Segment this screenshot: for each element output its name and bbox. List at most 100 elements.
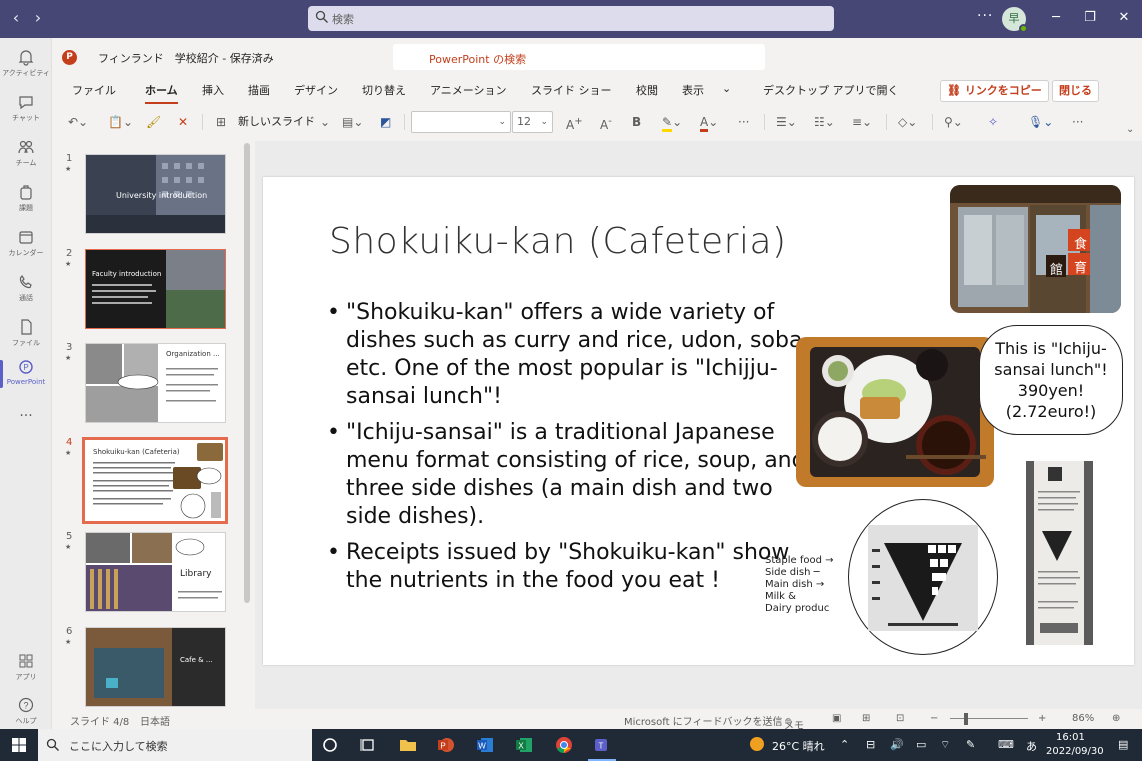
bullets-icon[interactable]: ☰⌄: [776, 112, 797, 132]
collapse-ribbon-icon[interactable]: ⌄: [1126, 120, 1134, 140]
cortana-icon[interactable]: [320, 735, 340, 755]
designer-icon[interactable]: ✧: [988, 112, 998, 132]
normal-view-icon[interactable]: ▣: [832, 713, 841, 724]
more-options-icon[interactable]: ···: [1072, 112, 1083, 132]
network-icon[interactable]: ⊟: [866, 738, 875, 751]
tab-design[interactable]: デザイン: [294, 82, 338, 98]
app-assignments[interactable]: 課題: [0, 179, 52, 219]
fit-to-window-icon[interactable]: ⊕: [1112, 713, 1120, 724]
highlight-icon[interactable]: ✎⌄: [662, 112, 682, 132]
apps-grid-icon: [19, 654, 33, 668]
backpack-icon: [20, 185, 32, 200]
zoom-level[interactable]: 86%: [1072, 713, 1094, 724]
feedback-link[interactable]: Microsoft にフィードバックを送信: [624, 713, 783, 728]
zoom-slider-track[interactable]: [950, 718, 1028, 719]
thumbnails-scrollbar[interactable]: [244, 143, 250, 603]
reading-view-icon[interactable]: ⊡: [896, 713, 904, 724]
dictate-icon[interactable]: 🎙⌄: [1028, 112, 1053, 132]
copy-link-button[interactable]: ⛓ リンクをコピー: [940, 80, 1049, 102]
app-activity[interactable]: アクティビティ: [0, 44, 52, 84]
excel-icon[interactable]: X: [514, 735, 534, 755]
numbering-icon[interactable]: ☷⌄: [814, 112, 835, 132]
shapes-icon[interactable]: ◇⌄: [898, 112, 917, 132]
zoom-in-icon[interactable]: +: [1038, 713, 1046, 724]
cafeteria-entrance-photo[interactable]: 食 育 館: [950, 185, 1121, 313]
app-calendar[interactable]: カレンダー: [0, 224, 52, 264]
find-icon[interactable]: ⚲⌄: [944, 112, 963, 132]
slide-thumbnail-4[interactable]: Shokuiku-kan (Cafeteria): [82, 437, 228, 524]
teams-taskbar-icon[interactable]: T: [592, 735, 612, 755]
slide-4[interactable]: Shokuiku-kan (Cafeteria) "Shokuiku-kan" …: [263, 177, 1134, 665]
taskbar-search-input[interactable]: ここに入力して検索: [38, 729, 312, 761]
document-title[interactable]: フィンランド 学校紹介 - 保存済み: [98, 50, 274, 66]
clock-time[interactable]: 16:01: [1056, 732, 1085, 743]
app-files[interactable]: ファイル: [0, 314, 52, 354]
weather-text[interactable]: 26°C 晴れ: [772, 738, 825, 754]
tab-file[interactable]: ファイル: [72, 82, 116, 98]
weather-sun-icon[interactable]: [750, 737, 764, 751]
slide-thumbnail-2[interactable]: Faculty introduction: [85, 249, 226, 329]
nutrient-guide-image[interactable]: [868, 525, 978, 631]
receipt-photo[interactable]: [1026, 461, 1093, 645]
tab-view[interactable]: 表示: [682, 82, 704, 98]
powerpoint-taskbar-icon[interactable]: P: [436, 735, 456, 755]
open-desktop-app-button[interactable]: デスクトップ アプリで開く: [763, 82, 899, 98]
bold-icon[interactable]: B: [632, 112, 641, 132]
minimize-icon[interactable]: ─: [1048, 10, 1064, 26]
keyboard-icon[interactable]: ⌨: [998, 738, 1014, 751]
slide-thumbnail-3[interactable]: Organization ...: [85, 343, 226, 423]
tab-draw[interactable]: 描画: [248, 82, 270, 98]
pen-icon[interactable]: ✎: [966, 738, 975, 751]
tab-animations[interactable]: アニメーション: [430, 82, 507, 98]
tab-home[interactable]: ホーム: [145, 82, 178, 104]
avatar[interactable]: 早: [1002, 7, 1028, 33]
file-explorer-icon[interactable]: [398, 735, 418, 755]
maximize-icon[interactable]: ❐: [1082, 10, 1098, 26]
task-view-icon[interactable]: [358, 735, 378, 755]
forward-arrow-icon[interactable]: ›: [30, 9, 46, 27]
slide-thumbnail-5[interactable]: Library: [85, 532, 226, 612]
more-apps-button[interactable]: ...: [0, 402, 52, 442]
clock-date[interactable]: 2022/09/30: [1046, 746, 1104, 757]
word-icon[interactable]: W: [475, 735, 495, 755]
slide-thumbnail-1[interactable]: University introduction: [85, 154, 226, 234]
app-calls[interactable]: 通話: [0, 269, 52, 309]
tab-slideshow[interactable]: スライド ショー: [531, 82, 612, 98]
tab-review[interactable]: 校閲: [636, 82, 658, 98]
close-icon[interactable]: ✕: [1116, 10, 1132, 26]
slide-title[interactable]: Shokuiku-kan (Cafeteria): [329, 221, 787, 262]
ppt-search-input[interactable]: PowerPoint の検索: [393, 44, 765, 70]
app-help[interactable]: ? ヘルプ: [0, 692, 52, 732]
app-powerpoint[interactable]: P PowerPoint: [0, 354, 52, 394]
close-button[interactable]: 閉じる: [1052, 80, 1099, 102]
wifi-icon[interactable]: ⌔: [940, 738, 950, 752]
teams-search-input[interactable]: 検索: [308, 6, 834, 31]
tab-transitions[interactable]: 切り替え: [362, 82, 406, 98]
slide-sorter-icon[interactable]: ⊞: [862, 713, 870, 724]
language-indicator[interactable]: 日本語: [140, 713, 170, 728]
more-options-icon[interactable]: ···: [977, 8, 993, 24]
battery-icon[interactable]: ▭: [916, 738, 926, 751]
slide-thumbnail-6[interactable]: Cafe & ...: [85, 627, 226, 707]
zoom-out-icon[interactable]: −: [930, 713, 938, 724]
app-store[interactable]: アプリ: [0, 648, 52, 688]
align-icon[interactable]: ≡⌄: [852, 112, 872, 132]
tab-insert[interactable]: 挿入: [202, 82, 224, 98]
chrome-icon[interactable]: [554, 735, 574, 755]
notification-icon[interactable]: ▤: [1118, 738, 1128, 751]
slide-body-text[interactable]: "Shokuiku-kan" offers a wide variety of …: [327, 299, 813, 603]
font-color-icon[interactable]: A⌄: [700, 112, 718, 132]
more-font-options-icon[interactable]: ···: [738, 112, 749, 132]
back-arrow-icon[interactable]: ‹: [8, 9, 24, 27]
zoom-slider-handle[interactable]: [964, 713, 968, 725]
app-teams[interactable]: チーム: [0, 134, 52, 174]
app-chat[interactable]: チャット: [0, 89, 52, 129]
increase-font-icon[interactable]: A+: [566, 112, 583, 132]
decrease-font-icon[interactable]: A-: [600, 112, 612, 132]
windows-start-icon[interactable]: [9, 735, 29, 755]
chevron-up-icon[interactable]: ⌃: [840, 738, 849, 751]
speaker-icon[interactable]: 🔊: [890, 738, 904, 751]
ichiju-sansai-lunch-photo[interactable]: [796, 337, 994, 487]
chevron-down-icon[interactable]: ⌄: [722, 82, 731, 95]
ime-indicator[interactable]: あ: [1026, 738, 1037, 754]
